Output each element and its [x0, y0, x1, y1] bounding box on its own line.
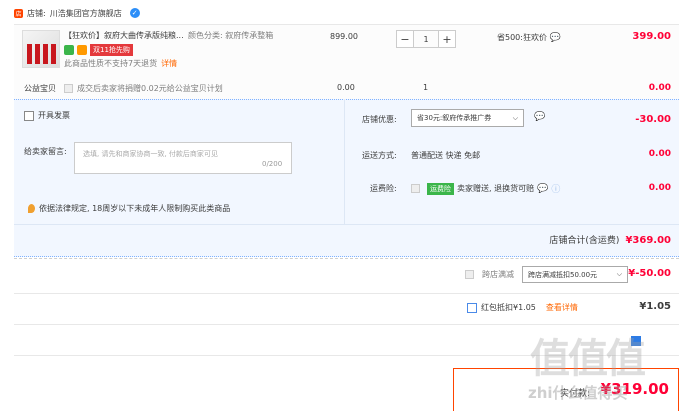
item-badges: 双11抢先购 — [64, 44, 133, 56]
chevron-down-icon: ⌵ — [616, 270, 622, 278]
insurance-price: 0.00 — [648, 183, 671, 193]
product-thumbnail[interactable] — [22, 30, 60, 68]
service-icon — [64, 45, 74, 55]
shop-name[interactable]: 川浩集团官方旗舰店 — [50, 8, 122, 19]
cross-store-value: ¥-50.00 — [628, 268, 671, 279]
card-icon — [77, 45, 87, 55]
panel-divider — [344, 99, 345, 224]
welfare-qty: 1 — [423, 83, 429, 92]
row-divider — [14, 293, 679, 294]
shop-prefix: 店铺: — [27, 8, 46, 18]
hongbao-detail-link[interactable]: 查看详情 — [546, 302, 578, 313]
section-divider — [14, 258, 679, 259]
decrease-button[interactable]: − — [396, 30, 414, 48]
insurance-label: 运费险: — [370, 184, 397, 193]
cross-store-checkbox — [465, 270, 474, 279]
item-sku: 颜色分类: 叙府传承整箱 — [188, 31, 274, 40]
watermark-logo: 值值值 — [530, 336, 646, 382]
location-pin-icon — [28, 204, 35, 213]
watermark-text: zhi什么值得买 — [528, 384, 628, 402]
insurance-option: 运费险 卖家赠送, 退换货可赔 💬 ⓘ — [411, 182, 560, 195]
shop-icon: 店 — [14, 8, 23, 18]
chat-bubble-icon[interactable]: 💬 — [534, 112, 545, 122]
chat-bubble-icon[interactable]: 💬 — [550, 33, 561, 43]
increase-button[interactable]: + — [438, 30, 456, 48]
shop-discount-value: -30.00 — [635, 114, 671, 125]
item-title[interactable]: 【狂欢价】叙府大曲传承版纯粮... — [64, 30, 194, 41]
hongbao-option[interactable]: 红包抵扣¥1.05 查看详情 — [467, 302, 578, 313]
shop-header: 店 店铺: 川浩集团官方旗舰店 ✓ — [14, 5, 140, 21]
message-label: 给卖家留言: — [24, 147, 67, 156]
cross-store-discount: 跨店满减 跨店满减抵扣50.00元 ⌵ — [465, 266, 628, 283]
shipping-price: 0.00 — [648, 149, 671, 159]
hongbao-checkbox[interactable] — [467, 302, 477, 313]
chevron-down-icon: ⌵ — [512, 113, 518, 122]
quantity-stepper[interactable]: − 1 + — [396, 30, 456, 48]
welfare-total: 0.00 — [648, 83, 671, 93]
invoice-checkbox[interactable] — [24, 110, 34, 121]
shipping-value: 普通配送 快递 免邮 — [411, 151, 481, 160]
row-divider — [14, 324, 679, 325]
welfare-text: 成交后卖家将捐赠0.02元给公益宝贝计划 — [64, 83, 223, 94]
message-input[interactable]: 选填, 请先和商家协商一致, 付款后商家可见 — [74, 142, 292, 174]
shipping-label: 运送方式: — [362, 151, 397, 160]
refund-detail-link[interactable]: 详情 — [161, 59, 177, 68]
quantity-input[interactable]: 1 — [414, 30, 438, 48]
subtotal-divider — [14, 224, 679, 225]
chat-bubble-icon[interactable]: 💬 — [537, 184, 548, 194]
invoice-option[interactable]: 开具发票 — [24, 110, 70, 121]
message-count: 0/200 — [262, 160, 283, 168]
promo-badge: 双11抢先购 — [90, 44, 133, 56]
law-note: 依据法律规定, 18周岁以下未成年人限制购买此类商品 — [28, 203, 230, 214]
welfare-price: 0.00 — [337, 83, 355, 92]
shop-discount-select[interactable]: 省30元:叙府传承推广券 ⌵ — [411, 109, 524, 127]
welfare-checkbox — [64, 84, 73, 93]
shop-subtotal: 店铺合计(含运费) ¥369.00 — [549, 235, 671, 246]
save-note: 省500:狂欢价 💬 — [497, 33, 561, 43]
cross-store-select[interactable]: 跨店满减抵扣50.00元 ⌵ — [522, 266, 628, 283]
unit-price: 899.00 — [330, 32, 358, 41]
refund-note: 此商品性质不支持7天退货 详情 — [64, 59, 178, 68]
insurance-checkbox — [411, 184, 420, 193]
item-total: 399.00 — [632, 31, 671, 42]
insurance-tag: 运费险 — [427, 182, 454, 195]
shop-discount-label: 店铺优惠: — [362, 115, 397, 124]
hongbao-value: ¥1.05 — [639, 301, 671, 312]
help-icon[interactable]: ⓘ — [551, 182, 560, 195]
chat-wangwang-icon[interactable]: ✓ — [129, 8, 140, 18]
welfare-label: 公益宝贝 — [24, 84, 56, 93]
